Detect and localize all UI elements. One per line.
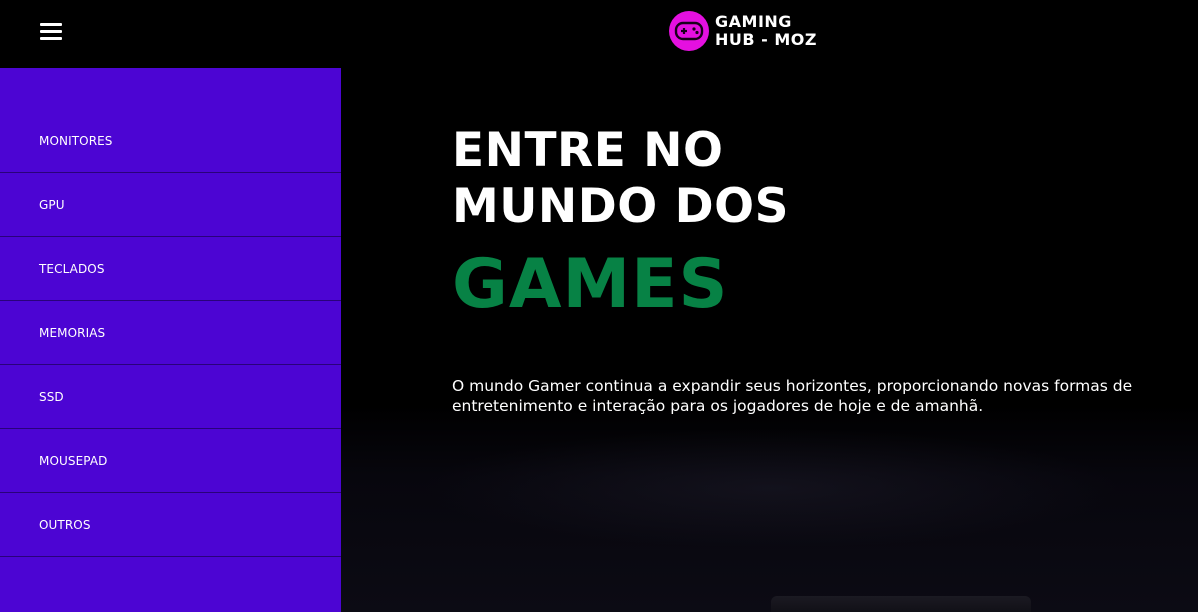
sidebar-item-label: GPU [39, 198, 65, 212]
gamepad-icon [669, 11, 709, 51]
logo-text: GAMING HUB - MOZ [715, 13, 817, 49]
sidebar-item-label: MEMORIAS [39, 326, 106, 340]
sidebar-item-memorias[interactable]: MEMORIAS [0, 301, 341, 365]
logo-line-1: GAMING [715, 12, 792, 31]
logo-line-2: HUB - MOZ [715, 30, 817, 49]
hamburger-bar [40, 30, 62, 33]
sidebar-item-gpu[interactable]: GPU [0, 173, 341, 237]
hero-description: O mundo Gamer continua a expandir seus h… [452, 377, 1133, 415]
sidebar-item-label: OUTROS [39, 518, 91, 532]
hero-section: ENTRE NO MUNDO DOS GAMES O mundo Gamer c… [341, 68, 1198, 612]
sidebar-menu: MONITORES GPU TECLADOS MEMORIAS SSD MOUS… [0, 68, 341, 612]
hamburger-bar [40, 37, 62, 40]
hero-title: ENTRE NO MUNDO DOS [452, 123, 789, 235]
sidebar-item-teclados[interactable]: TECLADOS [0, 237, 341, 301]
top-header: GAMING HUB - MOZ [0, 0, 1198, 68]
hero-background-glow [421, 428, 1121, 548]
hamburger-menu-icon[interactable] [40, 23, 62, 40]
sidebar-item-monitores[interactable]: MONITORES [0, 109, 341, 173]
sidebar-item-outros[interactable]: OUTROS [0, 493, 341, 557]
sidebar-item-mousepad[interactable]: MOUSEPAD [0, 429, 341, 493]
sidebar-item-ssd[interactable]: SSD [0, 365, 341, 429]
hero-background-image [771, 596, 1031, 612]
site-logo[interactable]: GAMING HUB - MOZ [669, 10, 817, 52]
hero-highlight: GAMES [452, 245, 729, 324]
hero-title-line-2: MUNDO DOS [452, 179, 789, 234]
sidebar-item-label: MONITORES [39, 134, 113, 148]
sidebar-list: MONITORES GPU TECLADOS MEMORIAS SSD MOUS… [0, 109, 341, 557]
sidebar-item-label: SSD [39, 390, 64, 404]
hero-title-line-1: ENTRE NO [452, 123, 724, 178]
hamburger-bar [40, 23, 62, 26]
sidebar-item-label: MOUSEPAD [39, 454, 108, 468]
sidebar-item-label: TECLADOS [39, 262, 105, 276]
